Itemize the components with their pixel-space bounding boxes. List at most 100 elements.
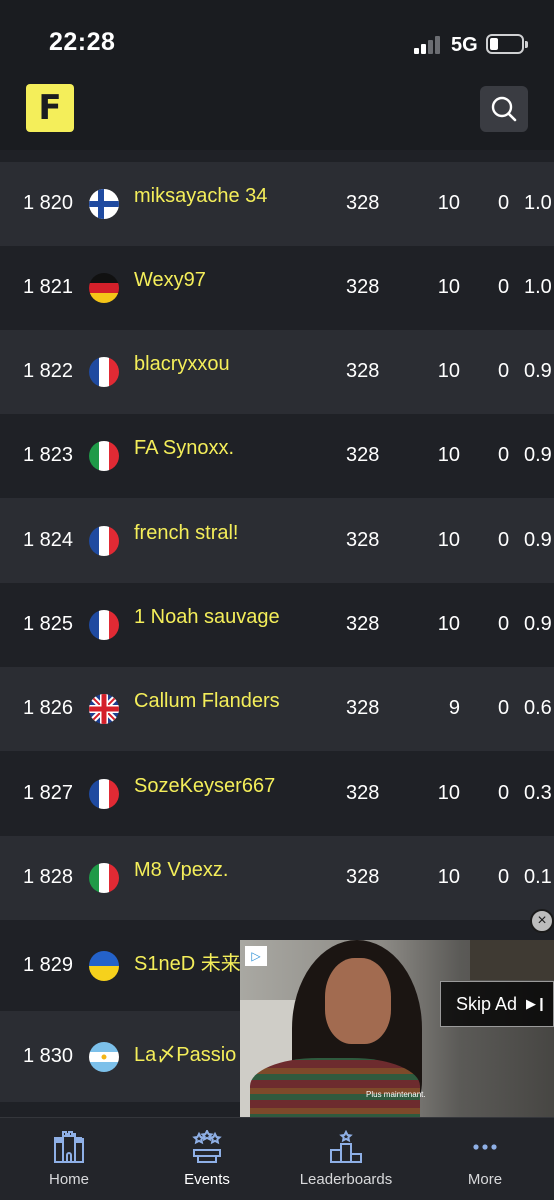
player-elims: 0 — [498, 360, 510, 382]
leaderboard-row[interactable]: 1 820 miksayache 34 328 10 0 1.0 — [0, 162, 554, 246]
player-rank: 1 828 — [23, 866, 74, 888]
player-ratio: 0.1 — [524, 866, 552, 888]
player-elims: 0 — [498, 192, 510, 214]
tab-events-label: Events — [184, 1171, 230, 1188]
leaderboard-podium-icon — [330, 1130, 362, 1163]
player-elims: 0 — [498, 697, 510, 719]
player-name[interactable]: SozeKeyser667 — [134, 775, 275, 798]
close-icon[interactable]: × — [530, 909, 554, 933]
tab-bar: Home Events Leaderboards More — [0, 1117, 554, 1200]
player-elims: 0 — [498, 276, 510, 298]
flag-icon — [89, 273, 119, 303]
player-ratio: 0.6 — [524, 697, 552, 719]
player-name[interactable]: La〆Passio — [134, 1038, 236, 1067]
player-ratio: 0.9 — [524, 360, 552, 382]
player-rank: 1 830 — [23, 1044, 74, 1067]
search-icon — [491, 96, 517, 122]
player-name[interactable]: french stral! — [134, 522, 238, 545]
player-rank: 1 820 — [23, 192, 74, 214]
player-ratio: 0.9 — [524, 613, 552, 635]
tab-more[interactable]: More — [416, 1118, 554, 1200]
flag-icon — [89, 441, 119, 471]
player-rank: 1 827 — [23, 781, 74, 804]
leaderboard-row[interactable]: 1 827 SozeKeyser667 328 10 0 0.3 — [0, 751, 554, 836]
signal-icon — [414, 36, 444, 54]
player-name[interactable]: S1neD 未来 — [134, 947, 241, 976]
app-logo[interactable]: F — [26, 84, 74, 132]
player-rank: 1 823 — [23, 444, 74, 466]
tab-home[interactable]: Home — [0, 1118, 138, 1200]
leaderboard-row[interactable]: 1 822 blacryxxou 328 10 0 0.9 — [0, 330, 554, 414]
skip-next-icon: ▶❙ — [526, 996, 547, 1011]
battery-icon — [486, 34, 528, 54]
player-points: 328 — [346, 781, 380, 804]
ad-choices-icon[interactable]: ▷ — [245, 946, 267, 966]
player-rank: 1 829 — [23, 953, 74, 976]
player-points: 328 — [346, 866, 380, 888]
ad-caption: Plus maintenant. — [366, 1090, 426, 1099]
flag-icon — [89, 189, 119, 219]
tab-events[interactable]: Events — [138, 1118, 276, 1200]
player-name[interactable]: 1 Noah sauvage — [134, 606, 280, 629]
flag-icon — [89, 694, 119, 724]
player-elims: 0 — [498, 781, 510, 804]
player-wins: 10 — [437, 276, 460, 298]
leaderboard-row[interactable]: 1 824 french stral! 328 10 0 0.9 — [0, 498, 554, 583]
player-name[interactable]: FA Synoxx. — [134, 437, 234, 460]
player-rank: 1 826 — [23, 697, 74, 719]
player-wins: 10 — [437, 360, 460, 382]
player-elims: 0 — [498, 528, 510, 551]
player-rank: 1 821 — [23, 276, 74, 298]
player-name[interactable]: Callum Flanders — [134, 690, 280, 713]
castle-icon — [54, 1131, 84, 1163]
leaderboard-row[interactable]: 1 828 M8 Vpexz. 328 10 0 0.1 — [0, 836, 554, 920]
more-dots-icon — [473, 1144, 497, 1150]
leaderboard-row[interactable]: 1 826 Callum Flanders 328 9 0 0.6 — [0, 667, 554, 751]
player-wins: 10 — [437, 528, 460, 551]
player-wins: 10 — [437, 781, 460, 804]
flag-icon — [89, 357, 119, 387]
flag-icon — [89, 525, 119, 556]
skip-ad-button[interactable]: Skip Ad ▶❙ — [440, 981, 554, 1027]
player-ratio: 0.9 — [524, 444, 552, 466]
podium-stars-icon — [192, 1130, 222, 1163]
network-type: 5G — [451, 34, 478, 56]
leaderboard-row[interactable]: 1 823 FA Synoxx. 328 10 0 0.9 — [0, 414, 554, 498]
player-rank: 1 825 — [23, 613, 74, 635]
tab-home-label: Home — [48, 1171, 89, 1188]
leaderboard-row[interactable]: 1 825 1 Noah sauvage 328 10 0 0.9 — [0, 583, 554, 667]
player-name[interactable]: Wexy97 — [134, 269, 206, 292]
player-points: 328 — [346, 192, 380, 214]
status-time: 22:28 — [49, 28, 116, 56]
player-points: 328 — [346, 276, 380, 298]
player-wins: 10 — [437, 444, 460, 466]
flag-icon — [89, 863, 119, 893]
player-name[interactable]: blacryxxou — [134, 353, 230, 376]
flag-icon — [89, 610, 119, 640]
player-wins: 9 — [448, 697, 460, 719]
player-elims: 0 — [498, 444, 510, 466]
player-points: 328 — [346, 613, 380, 635]
app-header: F — [0, 78, 554, 150]
flag-icon — [89, 1041, 119, 1072]
leaderboard-row[interactable]: 1 821 Wexy97 328 10 0 1.0 — [0, 246, 554, 330]
player-rank: 1 824 — [23, 528, 74, 551]
tab-leaderboards-label: Leaderboards — [299, 1171, 393, 1188]
search-button[interactable] — [480, 86, 528, 132]
player-ratio: 0.9 — [524, 528, 552, 551]
player-points: 328 — [346, 528, 380, 551]
player-points: 328 — [346, 444, 380, 466]
player-points: 328 — [346, 697, 380, 719]
player-ratio: 1.0 — [524, 276, 552, 298]
tab-leaderboards[interactable]: Leaderboards — [276, 1118, 416, 1200]
player-elims: 0 — [498, 613, 510, 635]
video-ad[interactable]: Plus maintenant. — [240, 940, 554, 1117]
skip-ad-label: Skip Ad — [456, 993, 518, 1014]
player-wins: 10 — [437, 866, 460, 888]
player-name[interactable]: M8 Vpexz. — [134, 859, 228, 882]
player-name[interactable]: miksayache 34 — [134, 185, 267, 208]
player-wins: 10 — [437, 613, 460, 635]
player-elims: 0 — [498, 866, 510, 888]
player-rank: 1 822 — [23, 360, 74, 382]
player-ratio: 0.3 — [524, 781, 552, 804]
